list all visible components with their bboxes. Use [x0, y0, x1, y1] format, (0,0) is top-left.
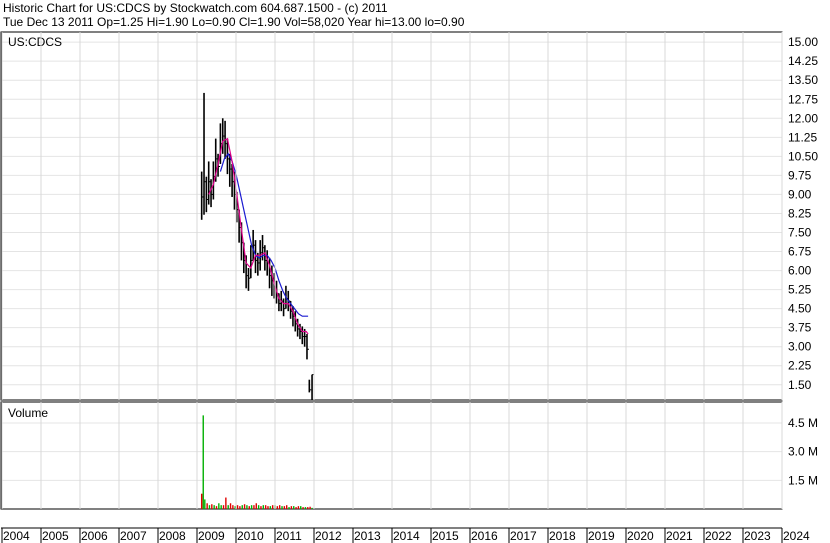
x-tick-label: 2005: [42, 529, 69, 543]
price-y-axis: 15.00 14.25 13.50 12.75 12.00 11.25 10.50 9.75 9…: [788, 35, 818, 392]
price-y-tick-label: 6.00: [788, 264, 812, 278]
price-y-tick-label: 13.50: [788, 73, 818, 87]
price-y-tick-label: 4.50: [788, 302, 812, 316]
stock-chart: 15.00 14.25 13.50 12.75 12.00 11.25 10.50 9.75 9…: [0, 31, 818, 543]
x-tick-label: 2011: [276, 529, 302, 543]
volume-y-tick-label: 1.5 M: [788, 473, 818, 487]
x-tick-label: 2020: [627, 529, 654, 543]
x-tick-label: 2008: [159, 529, 186, 543]
x-tick-label: 2024: [783, 529, 810, 543]
x-tick-label: 2006: [81, 529, 108, 543]
price-y-tick-label: 8.25: [788, 206, 812, 220]
x-tick-label: 2023: [744, 529, 771, 543]
price-y-tick-label: 15.00: [788, 35, 818, 49]
volume-y-axis: 4.5 M 3.0 M 1.5 M: [788, 416, 818, 487]
price-y-tick-label: 3.75: [788, 321, 812, 335]
price-y-tick-label: 3.00: [788, 340, 812, 354]
price-y-tick-label: 1.50: [788, 378, 812, 392]
x-tick-label: 2019: [588, 529, 615, 543]
x-tick-label: 2004: [3, 529, 30, 543]
x-tick-label: 2016: [471, 529, 498, 543]
x-tick-label: 2022: [705, 529, 732, 543]
price-y-tick-label: 7.50: [788, 225, 812, 239]
price-y-tick-label: 5.25: [788, 283, 812, 297]
x-tick-label: 2007: [120, 529, 147, 543]
x-tick-label: 2017: [510, 529, 537, 543]
price-y-tick-label: 10.50: [788, 149, 818, 163]
price-y-tick-label: 12.00: [788, 111, 818, 125]
x-tick-label: 2015: [432, 529, 459, 543]
x-tick-label: 2021: [666, 529, 693, 543]
price-y-tick-label: 9.00: [788, 187, 812, 201]
price-y-tick-label: 9.75: [788, 168, 812, 182]
price-y-tick-label: 6.75: [788, 245, 812, 259]
volume-panel-title: Volume: [8, 406, 48, 420]
x-tick-label: 2013: [354, 529, 381, 543]
volume-y-tick-label: 4.5 M: [788, 416, 818, 430]
price-y-tick-label: 14.25: [788, 54, 818, 68]
volume-y-tick-label: 3.0 M: [788, 445, 818, 459]
x-tick-label: 2014: [393, 529, 420, 543]
x-tick-label: 2018: [549, 529, 576, 543]
price-y-tick-label: 2.25: [788, 359, 812, 373]
x-tick-label: 2009: [198, 529, 225, 543]
price-panel-title: US:CDCS: [8, 35, 62, 49]
x-tick-label: 2010: [237, 529, 264, 543]
x-tick-label: 2012: [315, 529, 342, 543]
price-y-tick-label: 11.25: [788, 130, 817, 144]
price-y-tick-label: 12.75: [788, 92, 818, 106]
